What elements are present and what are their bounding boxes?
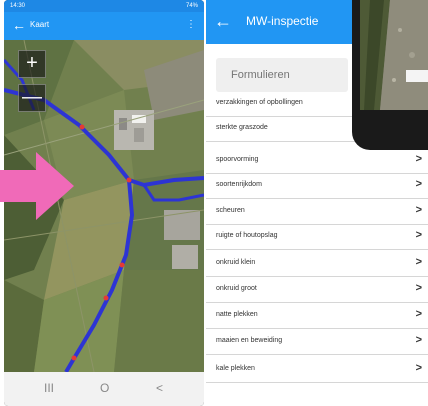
overflow-menu-icon[interactable]: ⋮ xyxy=(186,20,196,30)
chevron-right-icon: > xyxy=(415,256,422,268)
map-app-bar: ← Kaart ⋮ xyxy=(4,12,204,40)
inspection-title: MW-inspectie xyxy=(246,14,319,28)
list-item-label: ruigte of houtopslag xyxy=(216,232,278,239)
inset-phone xyxy=(352,0,428,150)
list-item-label: maaien en beweiding xyxy=(216,337,283,344)
status-bar: 14:30 74% xyxy=(4,0,204,12)
list-item[interactable]: onkruid klein > xyxy=(206,252,428,277)
inset-photo xyxy=(360,0,428,110)
chevron-right-icon: > xyxy=(415,362,422,374)
list-item[interactable]: scheuren > xyxy=(206,200,428,225)
list-item-label: sterkte graszode xyxy=(216,124,268,131)
zoom-in-icon[interactable]: + xyxy=(18,50,46,78)
nav-back[interactable]: < xyxy=(156,382,163,394)
list-item[interactable]: spoorvorming > xyxy=(206,149,428,174)
chevron-right-icon: > xyxy=(415,229,422,241)
chevron-right-icon: > xyxy=(415,334,422,346)
map-title: Kaart xyxy=(30,20,50,29)
chevron-right-icon: > xyxy=(415,308,422,320)
list-item-label: onkruid klein xyxy=(216,259,256,266)
list-item-label: scheuren xyxy=(216,207,245,214)
nav-recent-apps[interactable]: III xyxy=(44,382,54,394)
forms-search-input[interactable] xyxy=(216,58,348,92)
pink-arrow-icon xyxy=(0,152,74,220)
list-item[interactable]: natte plekken > xyxy=(206,304,428,329)
back-arrow-icon[interactable]: ← xyxy=(12,18,26,32)
chevron-right-icon: > xyxy=(415,153,422,165)
list-item[interactable]: soortenrijkdom > xyxy=(206,174,428,199)
list-item[interactable]: onkruid groot > xyxy=(206,278,428,303)
back-arrow-icon[interactable]: ← xyxy=(214,12,232,30)
list-item-label: natte plekken xyxy=(216,311,258,318)
chevron-right-icon: > xyxy=(415,282,422,294)
list-item-label: onkruid groot xyxy=(216,285,257,292)
nav-home[interactable]: O xyxy=(100,382,109,394)
battery-level: 74% xyxy=(185,3,198,9)
system-nav-bar: III O < xyxy=(4,372,204,406)
grass-photo xyxy=(360,0,428,110)
list-item-label: soortenrijkdom xyxy=(216,181,262,188)
status-time: 14:30 xyxy=(10,3,26,9)
chevron-right-icon: > xyxy=(415,178,422,190)
list-item-label: spoorvorming xyxy=(216,156,259,163)
list-item[interactable]: kale plekken > xyxy=(206,358,428,383)
list-item-label: verzakkingen of opbollingen xyxy=(216,99,303,106)
chevron-right-icon: > xyxy=(415,204,422,216)
list-item-label: kale plekken xyxy=(216,365,255,372)
zoom-out-icon[interactable]: — xyxy=(18,84,46,112)
list-item[interactable]: maaien en beweiding > xyxy=(206,330,428,355)
list-item[interactable]: ruigte of houtopslag > xyxy=(206,225,428,250)
